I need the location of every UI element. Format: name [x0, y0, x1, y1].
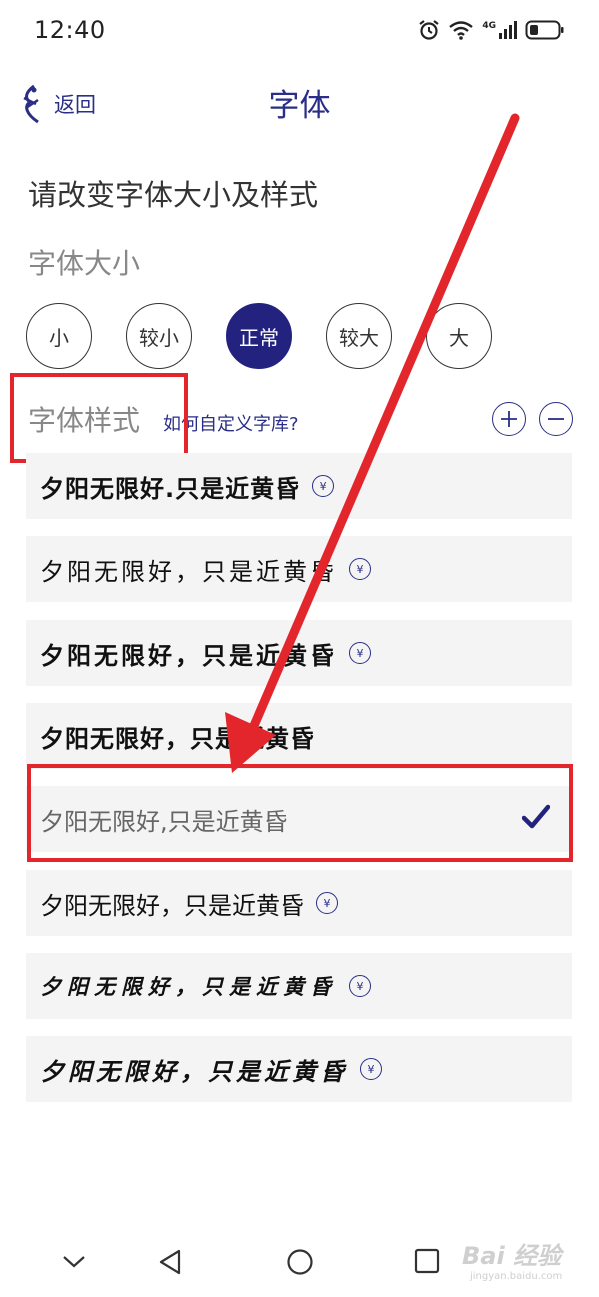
- page-subtitle: 请改变字体大小及样式: [28, 178, 319, 212]
- status-bar: 12:40 4G: [0, 0, 599, 60]
- page-title: 字体: [268, 88, 331, 124]
- font-sample-text: 夕阳无限好，只是近黄昏: [40, 557, 337, 586]
- font-style-item[interactable]: 夕阳无限好，只是近黄昏 ¥: [26, 536, 572, 602]
- recents-square-icon[interactable]: [414, 1248, 440, 1274]
- font-style-item[interactable]: 夕阳无限好，只是近黄昏 ¥: [26, 953, 572, 1019]
- font-size-large-button[interactable]: 大: [426, 303, 492, 369]
- status-icons: 4G: [418, 19, 565, 41]
- vip-coin-icon: ¥: [360, 1058, 382, 1080]
- watermark-url: jingyan.baidu.com: [470, 1271, 563, 1282]
- font-sample-text: 夕阳无限好，只是近黄昏: [40, 724, 315, 753]
- vip-coin-icon: ¥: [316, 892, 338, 914]
- vip-coin-icon: ¥: [349, 558, 371, 580]
- font-size-larger-button[interactable]: 较大: [326, 303, 392, 369]
- font-style-item[interactable]: 夕阳无限好.只是近黄昏 ¥: [26, 453, 572, 519]
- annotation-highlight-box: [10, 373, 188, 463]
- remove-font-button[interactable]: [539, 402, 573, 436]
- vip-coin-icon: ¥: [349, 975, 371, 997]
- font-sample-text: 夕阳无限好.只是近黄昏: [40, 474, 301, 503]
- header: 返回 字体: [0, 78, 599, 130]
- font-style-item[interactable]: 夕阳无限好，只是近黄昏: [26, 703, 572, 769]
- minus-icon: [548, 418, 564, 420]
- alarm-icon: [419, 20, 440, 40]
- font-style-item[interactable]: 夕阳无限好，只是近黄昏 ¥: [26, 870, 572, 936]
- font-sample-text: 夕阳无限好，只是近黄昏: [40, 891, 304, 920]
- font-size-options: 小 较小 正常 较大 大: [26, 303, 546, 371]
- network-type-label: 4G: [482, 21, 496, 31]
- annotation-highlight-box: [27, 764, 573, 862]
- font-size-small-button[interactable]: 小: [26, 303, 92, 369]
- back-triangle-icon[interactable]: [158, 1248, 182, 1276]
- battery-icon: [525, 20, 564, 40]
- font-sample-text: 夕阳无限好，只是近黄昏: [40, 1057, 348, 1086]
- font-style-item[interactable]: 夕阳无限好，只是近黄昏 ¥: [26, 620, 572, 686]
- add-font-button[interactable]: [492, 402, 526, 436]
- font-size-smaller-button[interactable]: 较小: [126, 303, 192, 369]
- font-size-normal-button[interactable]: 正常: [226, 303, 292, 369]
- vip-coin-icon: ¥: [349, 642, 371, 664]
- plus-icon: [501, 411, 517, 427]
- font-sample-text: 夕阳无限好，只是近黄昏: [40, 641, 337, 670]
- font-sample-text: 夕阳无限好，只是近黄昏: [40, 975, 337, 999]
- signal-4g-icon: 4G: [482, 21, 517, 39]
- font-style-item[interactable]: 夕阳无限好，只是近黄昏 ¥: [26, 1036, 572, 1102]
- chevron-down-icon[interactable]: [62, 1254, 86, 1270]
- wifi-icon: [449, 21, 474, 40]
- home-circle-icon[interactable]: [286, 1248, 314, 1276]
- watermark-brand: Bai 经验: [462, 1242, 562, 1270]
- status-time: 12:40: [34, 16, 106, 44]
- vip-coin-icon: ¥: [312, 475, 335, 497]
- font-size-heading: 字体大小: [28, 247, 141, 280]
